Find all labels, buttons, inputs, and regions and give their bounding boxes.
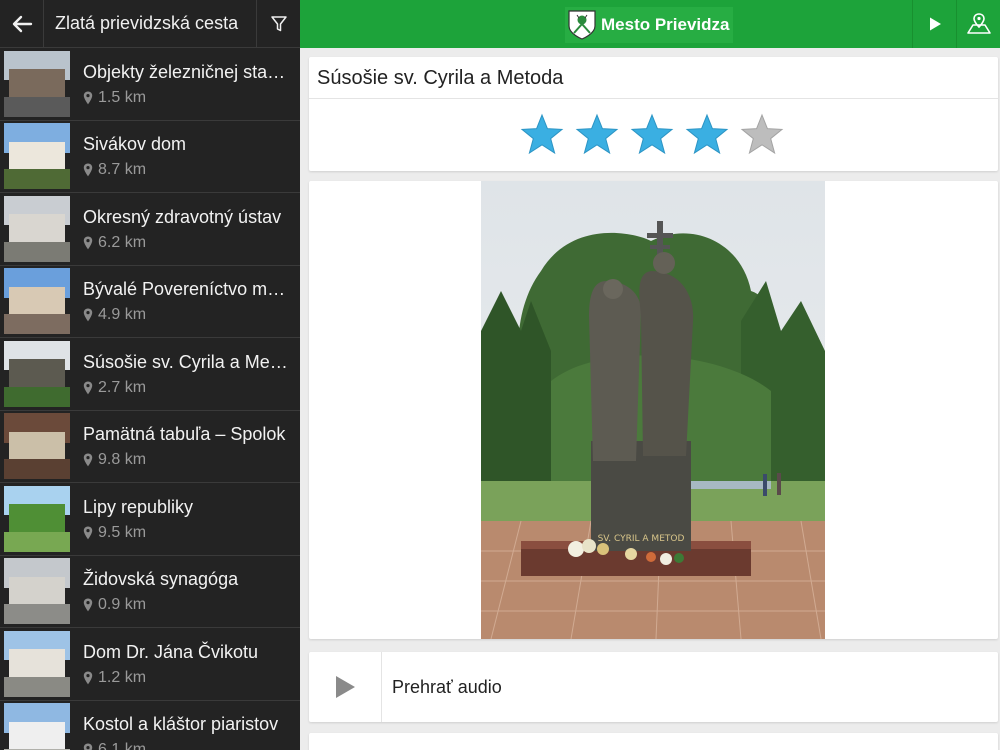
top-bar: Mesto Prievidza (300, 0, 1000, 48)
place-thumbnail (4, 558, 70, 625)
star-filled-icon[interactable] (575, 113, 619, 157)
location-pin-icon (83, 381, 93, 395)
place-name: Okresný zdravotný ústav (83, 206, 282, 227)
filter-icon (270, 15, 287, 31)
place-name: Objekty železničnej stanice (83, 61, 288, 82)
play-icon (929, 17, 941, 31)
place-thumbnail (4, 630, 70, 697)
distance-value: 6.2 km (98, 233, 147, 251)
location-pin-icon (83, 671, 93, 685)
list-item[interactable]: Pamätná tabuľa – Spolok 9.8 km (0, 411, 300, 483)
distance-value: 1.2 km (98, 668, 147, 686)
list-item[interactable]: Sivákov dom 8.7 km (0, 121, 300, 193)
arrow-left-icon (12, 15, 32, 32)
distance-value: 9.8 km (98, 451, 147, 469)
list-item[interactable]: Okresný zdravotný ústav 6.2 km (0, 193, 300, 266)
star-filled-icon[interactable] (630, 113, 674, 157)
brand-name: Mesto Prievidza (601, 15, 730, 34)
place-distance: 2.7 km (83, 379, 288, 397)
location-pin-icon (83, 236, 93, 250)
place-title: Súsošie sv. Cyrila a Metoda (309, 57, 998, 99)
place-distance: 1.5 km (83, 89, 288, 107)
place-distance: 9.8 km (83, 451, 288, 469)
sidebar-title: Zlatá prievidzská cesta (55, 13, 239, 33)
city-coat-of-arms-icon (568, 10, 596, 40)
list-item[interactable]: Dom Dr. Jána Čvikotu 1.2 km (0, 628, 300, 701)
place-distance: 8.7 km (83, 161, 288, 179)
place-distance: 6.2 km (83, 234, 288, 252)
place-header-card: Súsošie sv. Cyrila a Metoda (309, 57, 998, 171)
star-rating[interactable] (520, 113, 795, 157)
list-item[interactable]: Súsošie sv. Cyrila a Metoda 2.7 km (0, 338, 300, 411)
place-thumbnail (4, 703, 70, 750)
statue-photo-image: SV. CYRIL A METOD (481, 181, 825, 639)
location-pin-icon (83, 308, 93, 322)
map-button[interactable] (956, 0, 1000, 48)
location-pin-icon (83, 91, 93, 105)
location-pin-icon (83, 163, 93, 177)
distance-value: 4.9 km (98, 306, 147, 324)
back-button[interactable] (0, 0, 44, 48)
place-distance: 1.2 km (83, 669, 288, 687)
place-photo[interactable]: SV. CYRIL A METOD (481, 181, 825, 639)
location-pin-icon (83, 743, 93, 750)
distance-value: 0.9 km (98, 596, 147, 614)
place-list: Objekty železničnej stanice 1.5 km Sivákov… (0, 48, 300, 750)
place-name: Kostol a kláštor piaristov (83, 714, 279, 735)
place-thumbnail (4, 485, 70, 552)
audio-play-button[interactable] (309, 652, 382, 722)
sidebar-header: Zlatá prievidzská cesta (0, 0, 300, 48)
distance-value: 2.7 km (98, 378, 147, 396)
place-name: Lipy republiky (83, 496, 194, 517)
star-filled-icon[interactable] (685, 113, 729, 157)
place-thumbnail (4, 195, 70, 262)
place-distance: 0.9 km (83, 596, 288, 614)
map-icon (966, 13, 991, 34)
place-distance: 9.5 km (83, 524, 288, 542)
filter-button[interactable] (256, 0, 300, 48)
distance-value: 8.7 km (98, 161, 147, 179)
list-item[interactable]: Bývalé Povereníctvo mesta 4.9 km (0, 266, 300, 338)
place-name: Židovská synagóga (83, 569, 239, 590)
audio-card[interactable]: Prehrať audio (309, 652, 998, 722)
place-thumbnail (4, 123, 70, 190)
list-item[interactable]: Kostol a kláštor piaristov 6.1 km (0, 701, 300, 750)
place-name: Súsošie sv. Cyrila a Metoda (83, 351, 288, 372)
list-item[interactable]: Objekty železničnej stanice 1.5 km (0, 48, 300, 121)
place-distance: 4.9 km (83, 306, 288, 324)
place-name: Pamätná tabuľa – Spolok (83, 424, 286, 445)
place-thumbnail (4, 340, 70, 407)
place-thumbnail (4, 50, 70, 117)
distance-value: 6.1 km (98, 741, 147, 750)
place-thumbnail (4, 413, 70, 480)
statue-inscription: SV. CYRIL A METOD (598, 534, 685, 544)
distance-value: 9.5 km (98, 523, 147, 541)
audio-label: Prehrať audio (392, 676, 502, 697)
location-pin-icon (83, 598, 93, 612)
star-filled-icon[interactable] (520, 113, 564, 157)
location-pin-icon (83, 526, 93, 540)
sidebar: Zlatá prievidzská cesta Objekty železnič… (0, 0, 300, 750)
distance-value: 1.5 km (98, 88, 147, 106)
place-distance: 6.1 km (83, 741, 288, 750)
place-name: Bývalé Povereníctvo mesta (83, 279, 288, 300)
next-card (309, 733, 998, 750)
photo-card: SV. CYRIL A METOD (309, 181, 998, 639)
play-tour-button[interactable] (912, 0, 956, 48)
place-thumbnail (4, 268, 70, 335)
list-item[interactable]: Lipy republiky 9.5 km (0, 483, 300, 556)
place-name: Dom Dr. Jána Čvikotu (83, 641, 259, 662)
play-icon (336, 676, 355, 698)
brand-logo: Mesto Prievidza (565, 7, 733, 43)
list-item[interactable]: Židovská synagóga 0.9 km (0, 556, 300, 628)
location-pin-icon (83, 453, 93, 467)
star-empty-icon[interactable] (740, 113, 784, 157)
place-name: Sivákov dom (83, 134, 187, 155)
